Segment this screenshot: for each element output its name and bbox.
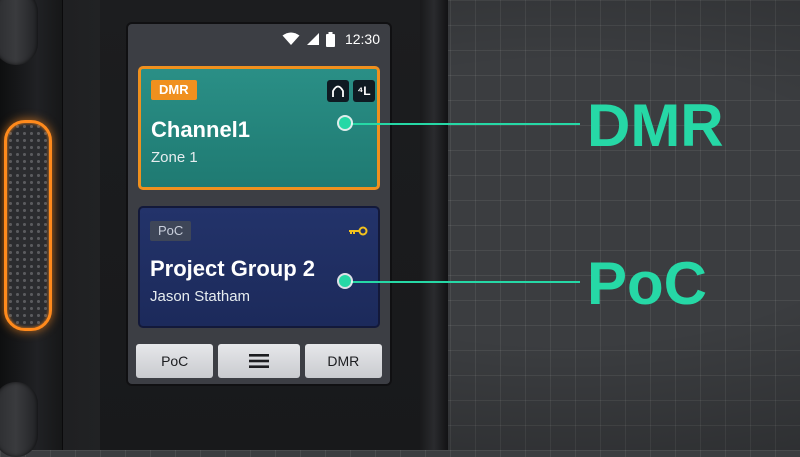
radio-device: 12:30 DMR ⁴L Channel1 Zone 1 PoC Project…	[0, 0, 448, 457]
poc-group-card[interactable]: PoC Project Group 2 Jason Statham	[138, 206, 380, 328]
dmr-mode-badge: DMR	[151, 80, 197, 100]
menu-icon	[249, 354, 269, 368]
poc-mode-badge: PoC	[150, 221, 192, 241]
group-name: Project Group 2	[150, 256, 316, 281]
poc-callout-label: PoC	[587, 250, 707, 317]
device-right-rail	[420, 0, 448, 450]
status-bar: 12:30	[128, 24, 390, 54]
key-icon	[349, 226, 368, 236]
poc-pointer-dot	[339, 275, 351, 287]
side-button-bottom[interactable]	[0, 382, 38, 457]
dmr-softkey[interactable]: DMR	[304, 344, 382, 378]
signal-icon	[306, 33, 319, 45]
wifi-icon	[282, 32, 300, 45]
ptt-button[interactable]	[4, 120, 52, 331]
dmr-callout-label: DMR	[587, 92, 724, 159]
dmr-pointer-dot	[339, 117, 351, 129]
poc-leader-line	[346, 281, 580, 283]
zone-name: Zone 1	[151, 149, 198, 166]
dmr-leader-line	[346, 123, 580, 125]
user-name: Jason Statham	[150, 288, 251, 305]
analog-wave-icon	[327, 80, 349, 102]
battery-icon	[325, 31, 335, 47]
poc-softkey[interactable]: PoC	[136, 344, 214, 378]
side-button-top[interactable]	[0, 0, 38, 65]
radio-screen: 12:30 DMR ⁴L Channel1 Zone 1 PoC Project…	[128, 24, 390, 384]
menu-softkey[interactable]	[218, 344, 300, 378]
power-level-icon: ⁴L	[353, 80, 375, 102]
channel-name: Channel1	[151, 117, 251, 142]
status-time: 12:30	[344, 31, 380, 47]
softkey-bar: PoC DMR	[136, 344, 382, 378]
